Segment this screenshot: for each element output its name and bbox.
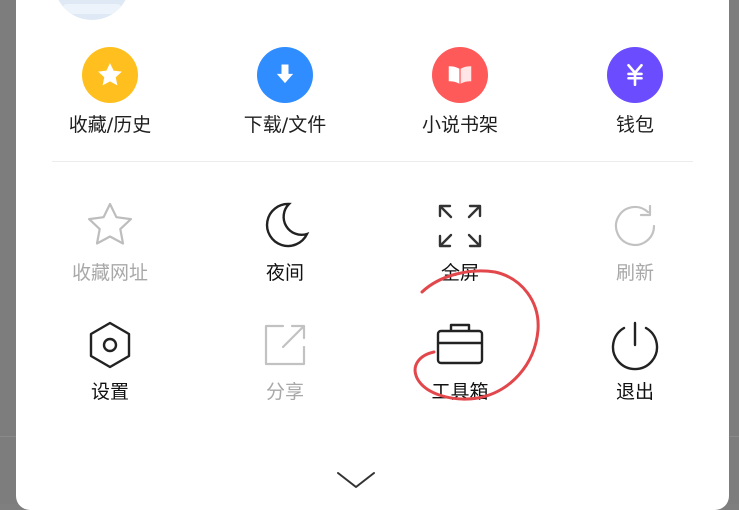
star-icon (82, 47, 138, 103)
exit-label: 退出 (615, 381, 654, 403)
downloads-files-button[interactable]: 下载/文件 (225, 47, 345, 137)
exit-button[interactable]: 退出 (575, 319, 695, 404)
settings-hexagon-icon (84, 319, 136, 371)
yuan-icon (607, 47, 663, 103)
chevron-down-icon[interactable] (336, 470, 376, 490)
wallet-label: 钱包 (615, 114, 654, 136)
quick-access-row: 收藏/历史 下载/文件 小说书架 钱包 (16, 47, 729, 137)
star-outline-icon (84, 200, 136, 252)
favorites-history-button[interactable]: 收藏/历史 (50, 47, 170, 137)
toolbox-button[interactable]: 工具箱 (400, 319, 520, 404)
settings-label: 设置 (90, 381, 129, 403)
toolbox-icon (434, 319, 486, 371)
refresh-button[interactable]: 刷新 (575, 200, 695, 285)
share-icon (259, 319, 311, 371)
open-book-icon (432, 47, 488, 103)
avatar[interactable] (54, 0, 130, 20)
fullscreen-label: 全屏 (440, 262, 479, 284)
toolbox-label: 工具箱 (431, 381, 489, 403)
night-mode-label: 夜间 (265, 262, 304, 284)
download-arrow-icon (257, 47, 313, 103)
fullscreen-button[interactable]: 全屏 (400, 200, 520, 285)
night-mode-button[interactable]: 夜间 (225, 200, 345, 285)
bookmark-url-button[interactable]: 收藏网址 (50, 200, 170, 285)
downloads-files-label: 下载/文件 (243, 114, 327, 136)
power-icon (609, 319, 661, 371)
refresh-label: 刷新 (615, 262, 654, 284)
novel-shelf-label: 小说书架 (421, 114, 498, 136)
menu-sheet: 收藏/历史 下载/文件 小说书架 钱包 收藏网址 夜间 全屏 刷新 设置 分享 … (16, 0, 729, 510)
moon-icon (259, 200, 311, 252)
refresh-icon (609, 200, 661, 252)
share-button[interactable]: 分享 (225, 319, 345, 404)
share-label: 分享 (265, 381, 304, 403)
novel-shelf-button[interactable]: 小说书架 (400, 47, 520, 137)
favorites-history-label: 收藏/历史 (68, 114, 152, 136)
bookmark-url-label: 收藏网址 (71, 262, 148, 284)
wallet-button[interactable]: 钱包 (575, 47, 695, 137)
settings-button[interactable]: 设置 (50, 319, 170, 404)
fullscreen-icon (434, 200, 486, 252)
divider (52, 161, 693, 162)
